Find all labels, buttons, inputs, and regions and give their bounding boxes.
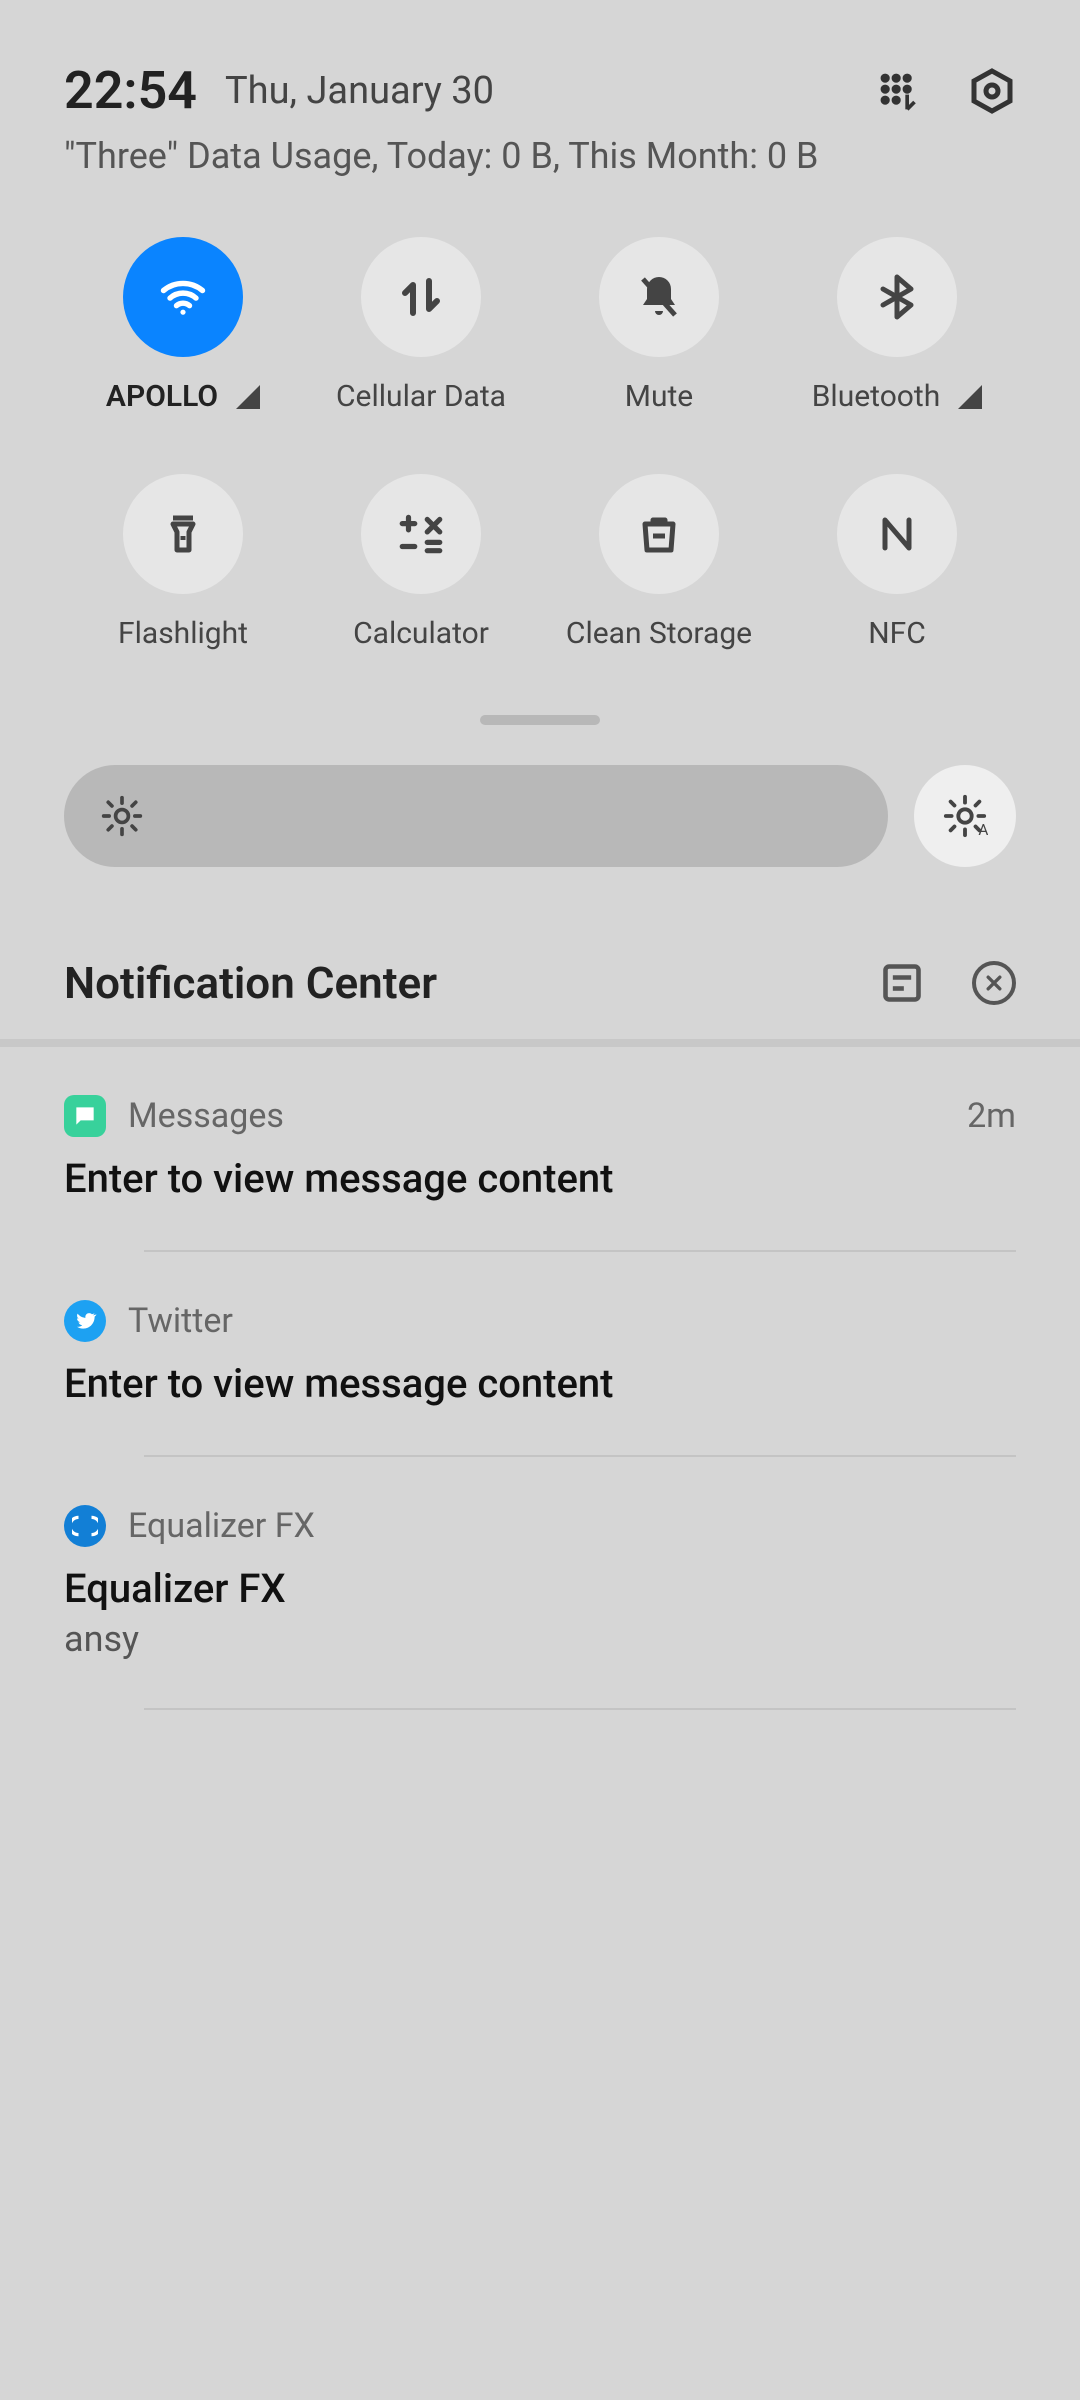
equalizer-app-icon [64,1505,106,1547]
clear-all-button[interactable] [972,961,1016,1005]
date-label: Thu, January 30 [225,69,494,113]
quick-settings-grid: APOLLO Cellular Data [64,237,1016,651]
notification-item[interactable]: Twitter Enter to view message content [64,1252,1016,1457]
divider [0,1039,1080,1047]
qs-flashlight-label: Flashlight [118,616,248,651]
qs-bluetooth[interactable]: Bluetooth [797,237,997,414]
notification-center-header: Notification Center [64,957,1016,1009]
notification-body: Enter to view message content [64,1360,1016,1407]
flashlight-icon [123,474,243,594]
qs-bluetooth-label: Bluetooth [812,379,941,414]
notification-center-title: Notification Center [64,957,880,1009]
clean-storage-icon [599,474,719,594]
qs-nfc[interactable]: NFC [797,474,997,651]
notification-item[interactable]: Equalizer FX Equalizer FX ansy [64,1457,1016,1710]
twitter-app-icon [64,1300,106,1342]
auto-brightness-button[interactable]: A [914,765,1016,867]
qs-clean-storage[interactable]: Clean Storage [559,474,759,651]
notification-app-name: Twitter [128,1301,1016,1341]
notification-body: Equalizer FX [64,1565,1016,1612]
nfc-icon [837,474,957,594]
cellular-data-icon [361,237,481,357]
notification-time: 2m [967,1096,1016,1136]
bluetooth-icon [837,237,957,357]
notification-subtext: ansy [64,1618,1016,1660]
notification-body: Enter to view message content [64,1155,1016,1202]
calculator-icon [361,474,481,594]
data-usage-text: "Three" Data Usage, Today: 0 B, This Mon… [64,135,1016,177]
chevron-indicator-icon [236,385,260,409]
qs-cellular-label: Cellular Data [336,379,506,414]
qs-clean-storage-label: Clean Storage [566,616,752,651]
messages-app-icon [64,1095,106,1137]
brightness-control: A [64,765,1016,867]
notification-app-name: Messages [128,1096,945,1136]
notification-app-name: Equalizer FX [128,1506,1016,1546]
notification-item[interactable]: Messages 2m Enter to view message conten… [64,1047,1016,1252]
brightness-icon [100,794,144,838]
page-indicator[interactable] [480,715,600,725]
qs-wifi[interactable]: APOLLO [83,237,283,414]
time-label: 22:54 [64,60,197,121]
wifi-icon [123,237,243,357]
qs-calculator[interactable]: Calculator [321,474,521,651]
notification-list: Messages 2m Enter to view message conten… [64,1039,1016,1710]
qs-wifi-label: APOLLO [106,379,218,414]
notification-manage-button[interactable] [880,961,924,1005]
svg-text:A: A [978,821,988,839]
brightness-slider[interactable] [64,765,888,867]
qs-mute-label: Mute [625,379,693,414]
divider [144,1708,1016,1710]
qs-mute[interactable]: Mute [559,237,759,414]
settings-icon[interactable] [968,67,1016,115]
qs-flashlight[interactable]: Flashlight [83,474,283,651]
chevron-indicator-icon [958,385,982,409]
status-header: 22:54 Thu, January 30 [64,60,1016,121]
qs-calculator-label: Calculator [353,616,489,651]
qs-cellular-data[interactable]: Cellular Data [321,237,521,414]
edit-grid-icon[interactable] [876,69,920,113]
mute-icon [599,237,719,357]
qs-nfc-label: NFC [868,616,926,651]
